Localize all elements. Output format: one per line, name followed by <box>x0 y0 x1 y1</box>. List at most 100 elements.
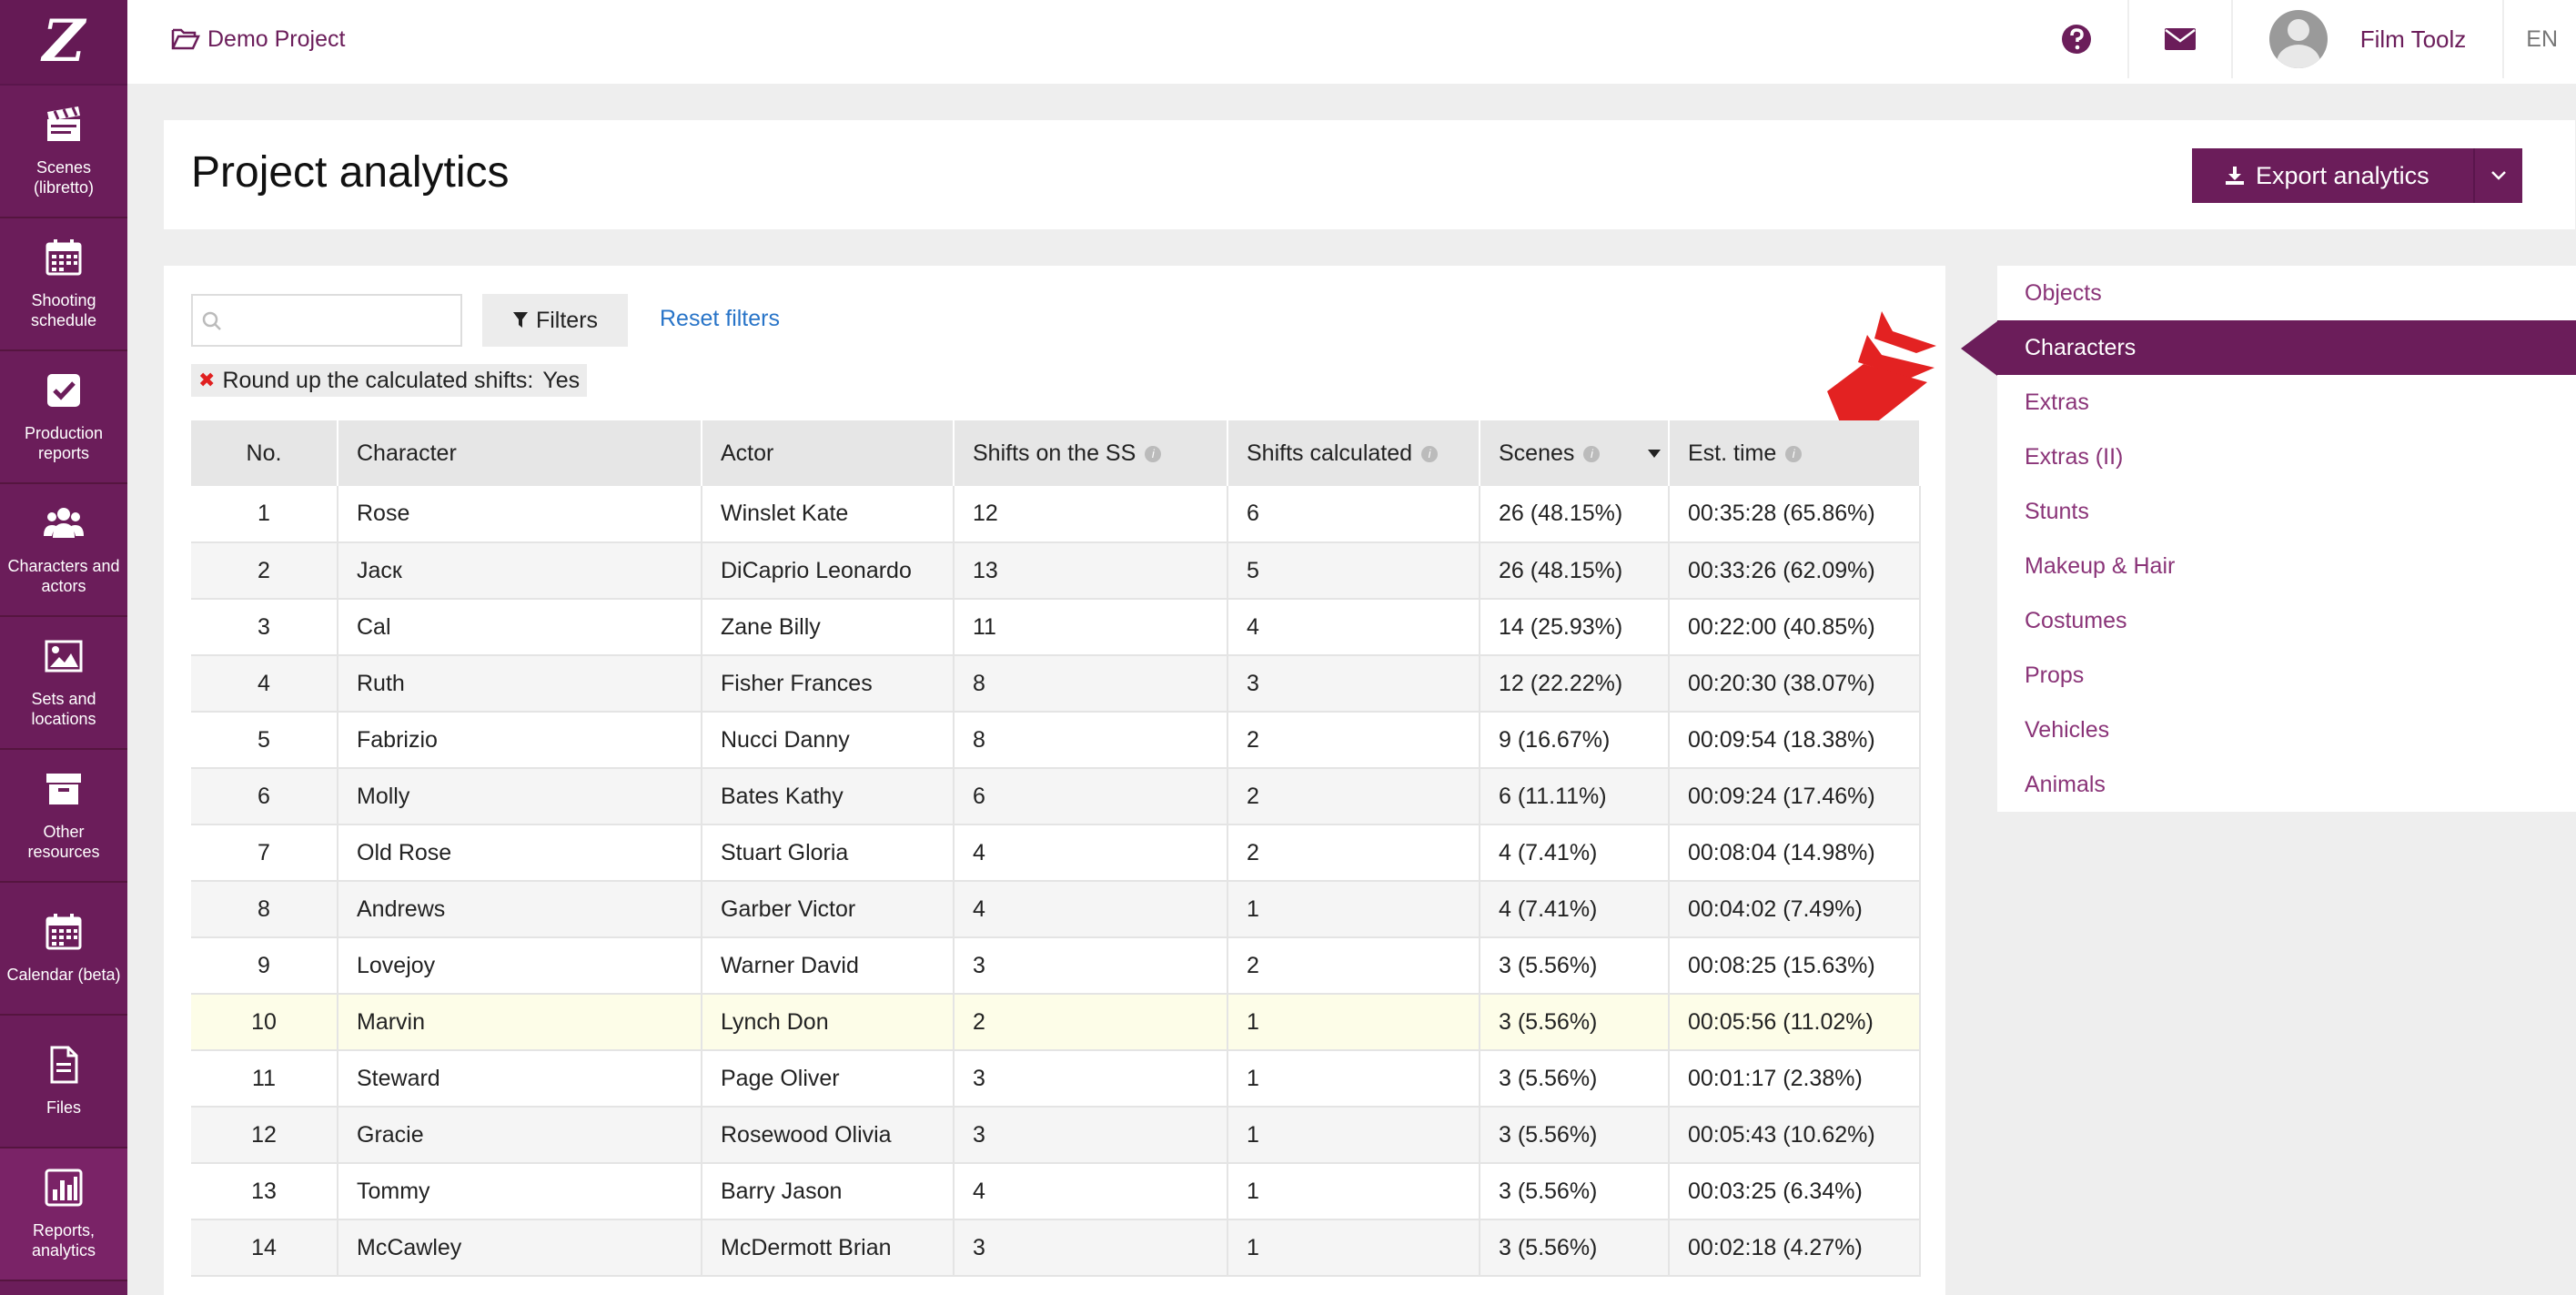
sidebar-item-other-resources[interactable]: Other resources <box>0 750 127 883</box>
table-cell: 4 <box>954 1163 1228 1220</box>
active-item-pointer <box>1961 321 1997 376</box>
table-cell: 2 <box>1227 768 1480 825</box>
category-item[interactable]: Props <box>1997 648 2576 703</box>
table-row[interactable]: 5 Fabrizio Nucci Danny 8 2 9 (16.67%) 00:09:54… <box>191 712 1921 769</box>
project-link[interactable]: Demo Project <box>171 0 345 78</box>
column-header-actor[interactable]: Actor <box>702 420 955 486</box>
table-cell: Fabrizio <box>338 712 702 769</box>
category-item[interactable]: Stunts <box>1997 484 2576 539</box>
table-row[interactable]: 13 Tommy Barry Jason 4 1 3 (5.56%) 00:03:25 (6… <box>191 1163 1921 1220</box>
table-cell: Gracie <box>338 1107 702 1164</box>
column-header-character[interactable]: Character <box>338 420 702 486</box>
filter-chip-label: Round up the calculated shifts: <box>222 367 534 393</box>
category-item[interactable]: Makeup & Hair <box>1997 539 2576 593</box>
table-cell: 9 (16.67%) <box>1480 712 1670 769</box>
info-icon[interactable]: i <box>1583 445 1601 462</box>
table-cell: 1 <box>1227 1050 1480 1108</box>
checkbox-icon <box>47 374 80 407</box>
column-header-scenes[interactable]: Scenes i <box>1480 420 1670 486</box>
info-icon[interactable]: i <box>1421 445 1439 462</box>
table-cell: Zane Billy <box>702 599 955 656</box>
table-row[interactable]: 3 Cal Zane Billy 11 4 14 (25.93%) 00:22:00 (40… <box>191 599 1921 656</box>
analytics-table: No. Character Actor Shifts on the SS i Sh… <box>191 420 1921 1277</box>
chevron-down-icon <box>2490 171 2506 180</box>
table-row[interactable]: 2 Jacк DiCaprio Leonardo 13 5 26 (48.15%) 00:3… <box>191 542 1921 600</box>
table-row[interactable]: 14 McCawley McDermott Brian 3 1 3 (5.56%) 00:0… <box>191 1219 1921 1277</box>
table-cell: 00:08:04 (14.98%) <box>1669 825 1921 882</box>
language-switcher[interactable]: EN <box>2502 0 2576 78</box>
user-menu[interactable]: Film Toolz <box>2230 0 2503 78</box>
table-cell: Bates Kathy <box>702 768 955 825</box>
table-row[interactable]: 1 Rose Winslet Kate 12 6 26 (48.15%) 00:35:28 … <box>191 486 1921 543</box>
export-analytics-button[interactable]: Export analytics <box>2192 148 2475 203</box>
sidebar-item-production-reports[interactable]: Production reports <box>0 351 127 484</box>
export-analytics-button-group: Export analytics <box>2192 148 2522 203</box>
column-header-shifts-ss[interactable]: Shifts on the SS i <box>954 420 1228 486</box>
sidebar-item-shooting-schedule[interactable]: Shooting schedule <box>0 218 127 351</box>
table-cell: 3 <box>954 1219 1228 1277</box>
table-cell: 3 (5.56%) <box>1480 1163 1670 1220</box>
category-item[interactable]: Extras <box>1997 375 2576 430</box>
table-cell: 11 <box>191 1050 338 1108</box>
category-item[interactable]: Costumes <box>1997 593 2576 648</box>
bar-chart-icon <box>45 1169 83 1207</box>
table-cell: Lynch Don <box>702 994 955 1051</box>
sidebar-item-files[interactable]: Files <box>0 1016 127 1148</box>
app-logo[interactable]: Z <box>0 0 127 86</box>
top-bar: Demo Project Film Toolz EN <box>127 0 2576 84</box>
help-button[interactable] <box>2025 0 2127 78</box>
sidebar-item-label: Reports, analytics <box>31 1221 96 1260</box>
messages-button[interactable] <box>2126 0 2231 78</box>
archive-box-icon <box>46 774 81 804</box>
category-item[interactable]: Animals <box>1997 757 2576 812</box>
filter-icon <box>512 312 528 328</box>
table-row[interactable]: 11 Steward Page Oliver 3 1 3 (5.56%) 00:01:17 … <box>191 1050 1921 1108</box>
sidebar-item-calendar[interactable]: Calendar (beta) <box>0 883 127 1016</box>
sidebar: Z Scenes (libretto) Shooting schedule Pr… <box>0 0 127 1295</box>
analytics-panel: Filters Reset filters ✖ Round up the cal… <box>164 266 1945 1295</box>
column-header-no[interactable]: No. <box>191 420 338 486</box>
table-cell: Rose <box>338 486 702 543</box>
table-cell: 1 <box>1227 881 1480 938</box>
sidebar-item-scenes[interactable]: Scenes (libretto) <box>0 86 127 218</box>
table-row[interactable]: 12 Gracie Rosewood Olivia 3 1 3 (5.56%) 00:05:… <box>191 1107 1921 1164</box>
table-row[interactable]: 4 Ruth Fisher Frances 8 3 12 (22.22%) 00:20:30… <box>191 655 1921 713</box>
category-item[interactable]: Vehicles <box>1997 703 2576 757</box>
table-row[interactable]: 8 Andrews Garber Victor 4 1 4 (7.41%) 00:04:02… <box>191 881 1921 938</box>
table-cell: 12 <box>191 1107 338 1164</box>
category-item[interactable]: Extras (II) <box>1997 430 2576 484</box>
search-field[interactable] <box>191 294 462 347</box>
column-header-est-time[interactable]: Est. time i <box>1669 420 1921 486</box>
table-cell: 13 <box>954 542 1228 600</box>
table-cell: 00:01:17 (2.38%) <box>1669 1050 1921 1108</box>
table-row[interactable]: 10 Marvin Lynch Don 2 1 3 (5.56%) 00:05:56 (11… <box>191 994 1921 1051</box>
info-icon[interactable]: i <box>1785 445 1803 462</box>
table-row[interactable]: 9 Lovejoy Warner David 3 2 3 (5.56%) 00:08:25 … <box>191 937 1921 995</box>
category-item[interactable]: Characters <box>1997 320 2576 375</box>
page-header: Project analytics Export analytics <box>164 120 2575 229</box>
table-cell: 2 <box>1227 937 1480 995</box>
sidebar-item-label: Other resources <box>27 823 100 861</box>
table-cell: 00:33:26 (62.09%) <box>1669 542 1921 600</box>
sidebar-item-reports-analytics[interactable]: Reports, analytics <box>0 1148 127 1281</box>
sidebar-item-sets-locations[interactable]: Sets and locations <box>0 617 127 750</box>
sidebar-item-characters-actors[interactable]: Characters and actors <box>0 484 127 617</box>
table-cell: Ruth <box>338 655 702 713</box>
filters-button[interactable]: Filters <box>482 294 628 347</box>
column-header-shifts-calculated[interactable]: Shifts calculated i <box>1227 420 1480 486</box>
table-cell: 00:08:25 (15.63%) <box>1669 937 1921 995</box>
info-icon[interactable]: i <box>1145 445 1162 462</box>
users-icon <box>44 508 84 538</box>
export-dropdown-toggle[interactable] <box>2475 148 2522 203</box>
sort-desc-icon <box>1648 450 1661 458</box>
table-cell: 3 (5.56%) <box>1480 1219 1670 1277</box>
remove-filter-icon[interactable]: ✖ <box>198 369 215 392</box>
table-cell: 1 <box>1227 994 1480 1051</box>
table-cell: 26 (48.15%) <box>1480 486 1670 543</box>
table-row[interactable]: 7 Old Rose Stuart Gloria 4 2 4 (7.41%) 00:08:0… <box>191 825 1921 882</box>
table-cell: 00:35:28 (65.86%) <box>1669 486 1921 543</box>
category-item[interactable]: Objects <box>1997 266 2576 320</box>
table-cell: 3 <box>954 937 1228 995</box>
table-row[interactable]: 6 Molly Bates Kathy 6 2 6 (11.11%) 00:09:24 (1… <box>191 768 1921 825</box>
reset-filters-link[interactable]: Reset filters <box>660 306 780 332</box>
